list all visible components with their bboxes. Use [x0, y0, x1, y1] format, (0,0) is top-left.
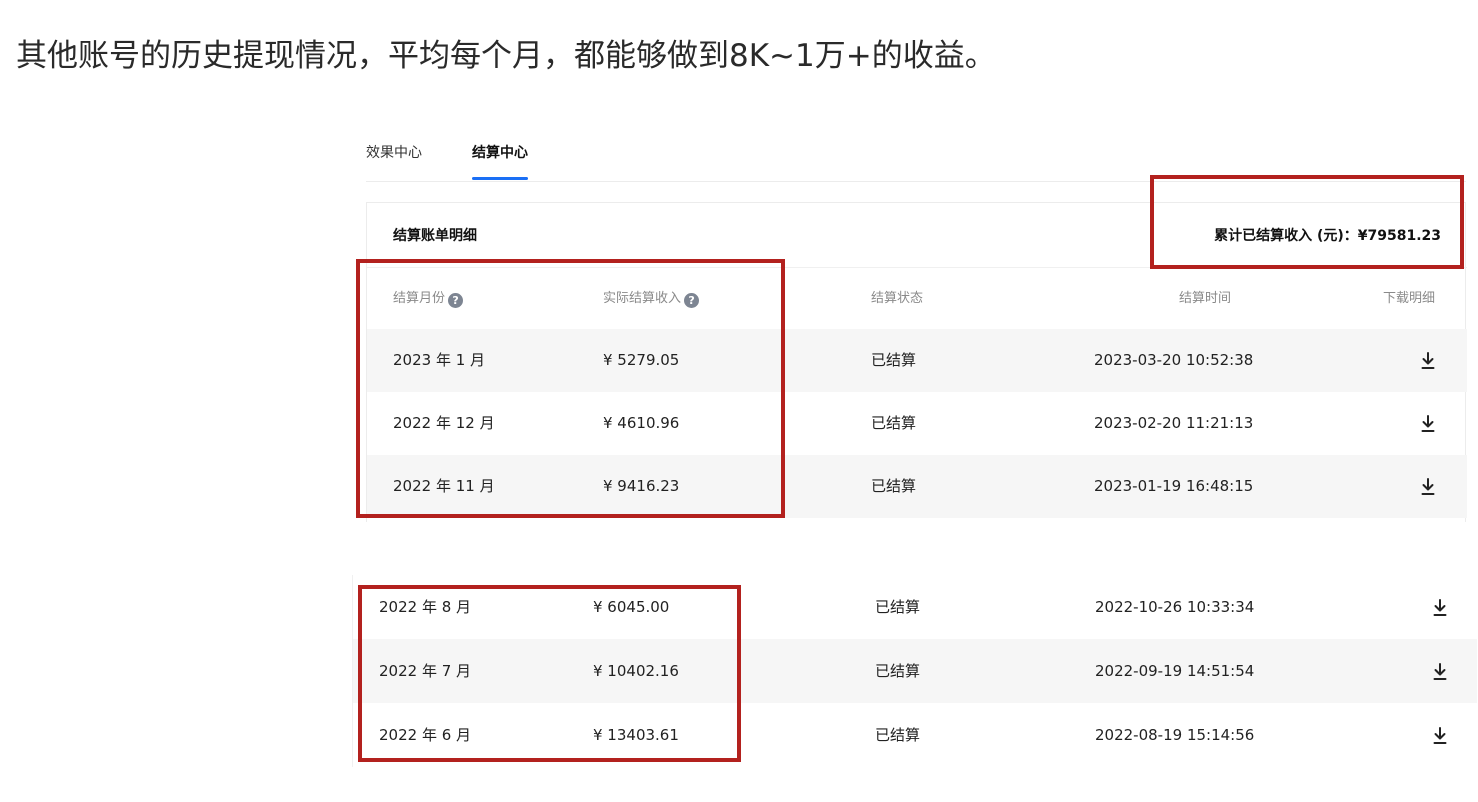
- cell-status: 已结算: [871, 477, 917, 495]
- cell-status: 已结算: [871, 351, 917, 369]
- download-icon[interactable]: [1433, 662, 1447, 681]
- cell-time: 2022-08-19 15:14:56: [1095, 726, 1255, 744]
- download-icon[interactable]: [1421, 351, 1435, 370]
- cell-status: 已结算: [871, 414, 917, 432]
- settlement-card: 结算账单明细 累计已结算收入 (元)：¥79581.23 结算月份? 实际结算收…: [366, 202, 1467, 522]
- card-title: 结算账单明细: [393, 228, 477, 244]
- column-header-time: 结算时间: [1179, 291, 1232, 306]
- cell-time: 2022-10-26 10:33:34: [1095, 598, 1255, 616]
- cell-income: ¥ 10402.16: [593, 662, 679, 680]
- cell-time: 2022-09-19 14:51:54: [1095, 662, 1255, 680]
- table-row: 2022 年 7 月 ¥ 10402.16 已结算 2022-09-19 14:…: [353, 639, 1477, 703]
- download-button[interactable]: [1421, 392, 1435, 455]
- cell-month: 2022 年 8 月: [379, 598, 472, 616]
- cell-month: 2023 年 1 月: [393, 351, 486, 369]
- column-header-month: 结算月份?: [393, 268, 464, 330]
- table-row: 2022 年 8 月 ¥ 6045.00 已结算 2022-10-26 10:3…: [353, 575, 1477, 639]
- tab-bar: 效果中心 结算中心: [366, 130, 1466, 182]
- download-icon[interactable]: [1421, 414, 1435, 433]
- cell-status: 已结算: [875, 726, 921, 744]
- cell-time: 2023-03-20 10:52:38: [1094, 351, 1254, 369]
- settlement-panel-top: 效果中心 结算中心 结算账单明细 累计已结算收入 (元)：¥79581.23 结…: [366, 130, 1467, 522]
- total-settled-income: 累计已结算收入 (元)：¥79581.23: [1214, 228, 1441, 244]
- article-headline: 其他账号的历史提现情况，平均每个月，都能够做到8K~1万+的收益。: [16, 38, 996, 74]
- column-header-status: 结算状态: [871, 291, 924, 306]
- download-icon[interactable]: [1421, 477, 1435, 496]
- table-header: 结算月份? 实际结算收入? 结算状态 结算时间 下载明细: [367, 267, 1467, 329]
- cell-income: ¥ 5279.05: [603, 351, 680, 369]
- cell-income: ¥ 6045.00: [593, 598, 670, 616]
- column-header-income: 实际结算收入?: [603, 268, 700, 330]
- table-row: 2022 年 12 月 ¥ 4610.96 已结算 2023-02-20 11:…: [367, 392, 1467, 455]
- cell-month: 2022 年 12 月: [393, 414, 495, 432]
- download-button[interactable]: [1433, 639, 1447, 703]
- download-icon[interactable]: [1433, 598, 1447, 617]
- download-button[interactable]: [1433, 703, 1447, 767]
- download-icon[interactable]: [1433, 726, 1447, 745]
- download-button[interactable]: [1433, 575, 1447, 639]
- cell-month: 2022 年 7 月: [379, 662, 472, 680]
- cell-status: 已结算: [875, 598, 921, 616]
- column-header-download: 下载明细: [1383, 291, 1436, 306]
- cell-month: 2022 年 11 月: [393, 477, 495, 495]
- table-row: 2023 年 1 月 ¥ 5279.05 已结算 2023-03-20 10:5…: [367, 329, 1467, 392]
- cell-time: 2023-01-19 16:48:15: [1094, 477, 1254, 495]
- question-circle-icon[interactable]: ?: [684, 293, 700, 308]
- download-button[interactable]: [1421, 455, 1435, 518]
- cell-income: ¥ 13403.61: [593, 726, 679, 744]
- cell-income: ¥ 9416.23: [603, 477, 680, 495]
- tab-performance-center[interactable]: 效果中心: [366, 142, 422, 180]
- tab-settlement-center[interactable]: 结算中心: [472, 142, 528, 180]
- download-button[interactable]: [1421, 329, 1435, 392]
- cell-status: 已结算: [875, 662, 921, 680]
- cell-month: 2022 年 6 月: [379, 726, 472, 744]
- question-circle-icon[interactable]: ?: [448, 293, 464, 308]
- cell-income: ¥ 4610.96: [603, 414, 680, 432]
- cell-time: 2023-02-20 11:21:13: [1094, 414, 1254, 432]
- settlement-panel-bottom: 2022 年 8 月 ¥ 6045.00 已结算 2022-10-26 10:3…: [352, 575, 1477, 767]
- table-row: 2022 年 11 月 ¥ 9416.23 已结算 2023-01-19 16:…: [367, 455, 1467, 518]
- table-row: 2022 年 6 月 ¥ 13403.61 已结算 2022-08-19 15:…: [353, 703, 1477, 767]
